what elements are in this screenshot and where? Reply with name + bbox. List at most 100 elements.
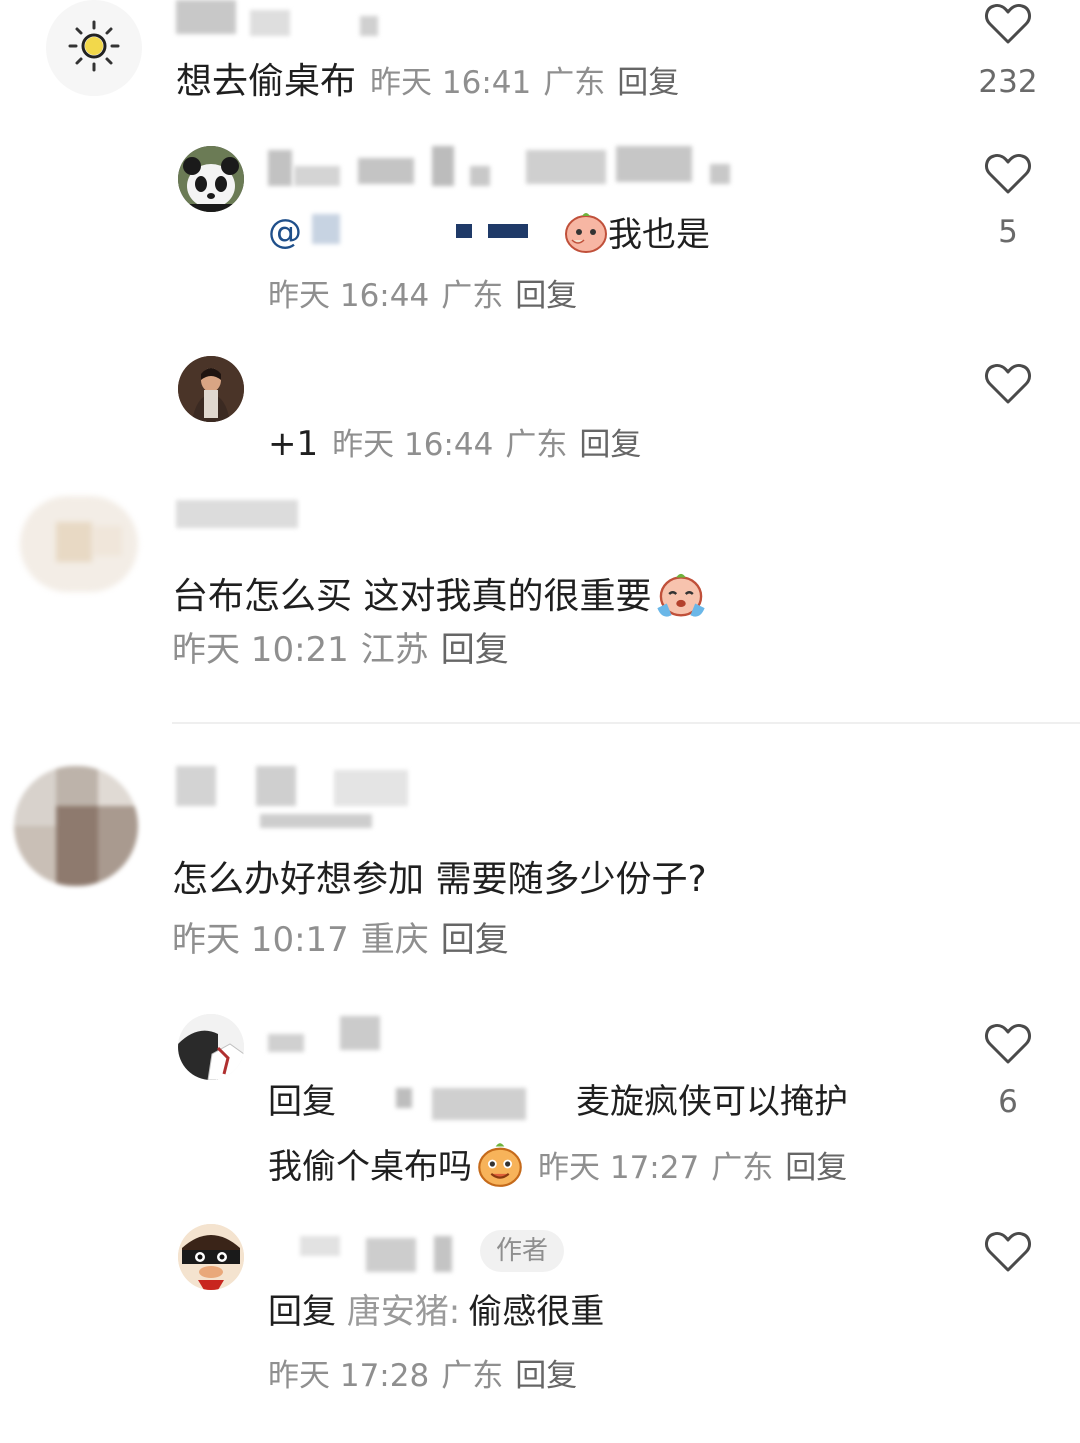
reply-button[interactable]: 回复	[441, 630, 509, 670]
mention-prefix[interactable]: @	[268, 212, 302, 252]
username-redacted	[526, 150, 606, 184]
username-redacted	[470, 166, 490, 186]
mention-redacted	[396, 1088, 412, 1108]
comment-time: 昨天 16:41	[370, 65, 532, 101]
avatar[interactable]	[178, 356, 244, 422]
avatar[interactable]	[46, 0, 142, 96]
username-redacted	[366, 1238, 416, 1272]
like-count: 5	[998, 214, 1018, 250]
reply-text-line: 回复	[268, 1080, 336, 1124]
username-redacted	[334, 770, 408, 806]
reply-prefix: 回复	[268, 1082, 336, 1122]
crying-face-emoji	[657, 573, 706, 617]
heart-outline-icon[interactable]	[984, 2, 1032, 46]
reply-meta: 昨天 16:44 广东 回复	[332, 427, 641, 463]
username-redacted	[710, 164, 730, 184]
comment-text-line: 怎么办好想参加 需要随多少份子?	[172, 858, 707, 902]
reply-button[interactable]: 回复	[617, 65, 679, 101]
reply-text: 偷感很重	[468, 1292, 605, 1332]
reply-text: +1	[268, 424, 319, 464]
reply-prefix: 回复	[268, 1292, 336, 1332]
username-redacted	[176, 766, 216, 806]
reply-time: 昨天 17:28	[268, 1358, 430, 1394]
avatar[interactable]	[178, 1014, 244, 1080]
comment-meta: 昨天 16:41 广东 回复	[370, 65, 679, 101]
comment-location: 江苏	[360, 630, 429, 670]
reply-text-line: 我也是	[560, 210, 710, 257]
like-count: 232	[978, 64, 1038, 100]
girl-avatar-icon	[178, 1014, 244, 1080]
bandit-avatar-icon	[178, 1224, 244, 1290]
reply-time: 昨天 16:44	[332, 427, 494, 463]
reply-meta: 昨天 17:28 广东 回复	[268, 1356, 577, 1396]
username-redacted	[250, 10, 290, 36]
reply-button[interactable]: 回复	[785, 1150, 847, 1186]
username-redacted	[340, 1016, 380, 1050]
reply-location: 广东	[441, 278, 504, 314]
avatar[interactable]	[20, 496, 138, 592]
reply-location: 广东	[711, 1150, 774, 1186]
sun-icon	[68, 20, 120, 72]
reply-text: 麦旋疯侠可以掩护	[576, 1082, 848, 1122]
reply-location: 广东	[505, 427, 568, 463]
reply-text: 我也是	[608, 215, 710, 255]
mention-redacted	[456, 224, 472, 238]
username-redacted	[256, 766, 296, 806]
username-redacted	[432, 146, 454, 186]
comment-meta: 昨天 10:21 江苏 回复	[172, 628, 509, 672]
reply-time: 昨天 16:44	[268, 278, 430, 314]
reply-text-line: 我偷个桌布吗 昨天 17:27 广东 回复	[268, 1140, 847, 1190]
reply-button[interactable]: 回复	[579, 427, 641, 463]
username-redacted	[616, 146, 692, 182]
username-redacted	[176, 0, 236, 34]
comment-text-line: 想去偷桌布 昨天 16:41 广东 回复	[176, 60, 679, 105]
reply-time: 昨天 17:27	[538, 1150, 700, 1186]
smiling-face-emoji	[478, 1143, 522, 1187]
reply-button[interactable]: 回复	[515, 1358, 577, 1394]
reply-button[interactable]: 回复	[515, 278, 577, 314]
username-redacted	[268, 150, 292, 186]
comment-text: 怎么办好想参加 需要随多少份子?	[172, 859, 707, 900]
reply-text-line: 麦旋疯侠可以掩护	[576, 1080, 848, 1124]
username-redacted	[176, 500, 298, 528]
heart-outline-icon[interactable]	[984, 1022, 1032, 1066]
shy-face-emoji	[565, 213, 607, 253]
heart-outline-icon[interactable]	[984, 362, 1032, 406]
mention-redacted	[432, 1088, 526, 1120]
divider	[172, 722, 1080, 724]
heart-outline-icon[interactable]	[984, 152, 1032, 196]
reply-button[interactable]: 回复	[441, 920, 509, 960]
mention-redacted	[312, 214, 340, 244]
username-redacted	[294, 166, 340, 186]
username-redacted	[358, 158, 414, 184]
comment-location: 重庆	[360, 920, 429, 960]
avatar[interactable]	[178, 146, 244, 212]
comment-time: 昨天 10:21	[172, 630, 349, 670]
like-count: 6	[998, 1084, 1018, 1120]
reply-location: 广东	[441, 1358, 504, 1394]
username-redacted	[268, 1034, 304, 1052]
comment-location: 广东	[543, 65, 606, 101]
mention-redacted	[488, 224, 528, 238]
username-redacted	[434, 1236, 452, 1272]
author-badge: 作者	[480, 1230, 565, 1272]
username-redacted	[360, 16, 378, 36]
reply-text-line: @	[268, 210, 302, 254]
comment-text: 台布怎么买 这对我真的很重要	[172, 576, 652, 617]
reply-text-line: 回复 唐安猪: 偷感很重	[268, 1290, 604, 1334]
comment-meta: 昨天 10:17 重庆 回复	[172, 918, 509, 962]
reply-text-line: +1 昨天 16:44 广东 回复	[268, 422, 641, 467]
reply-meta: 昨天 17:27 广东 回复	[538, 1150, 847, 1186]
reply-text: 我偷个桌布吗	[268, 1147, 472, 1187]
mention-name[interactable]: 唐安猪:	[347, 1292, 460, 1332]
username-redacted	[260, 814, 372, 828]
person-avatar-icon	[178, 356, 244, 422]
comment-time: 昨天 10:17	[172, 920, 349, 960]
comment-text-line: 台布怎么买 这对我真的很重要	[172, 568, 707, 620]
comment-text: 想去偷桌布	[176, 61, 357, 102]
panda-avatar-icon	[178, 146, 244, 212]
heart-outline-icon[interactable]	[984, 1230, 1032, 1274]
reply-meta: 昨天 16:44 广东 回复	[268, 276, 577, 316]
avatar[interactable]	[178, 1224, 244, 1290]
avatar[interactable]	[14, 766, 138, 886]
